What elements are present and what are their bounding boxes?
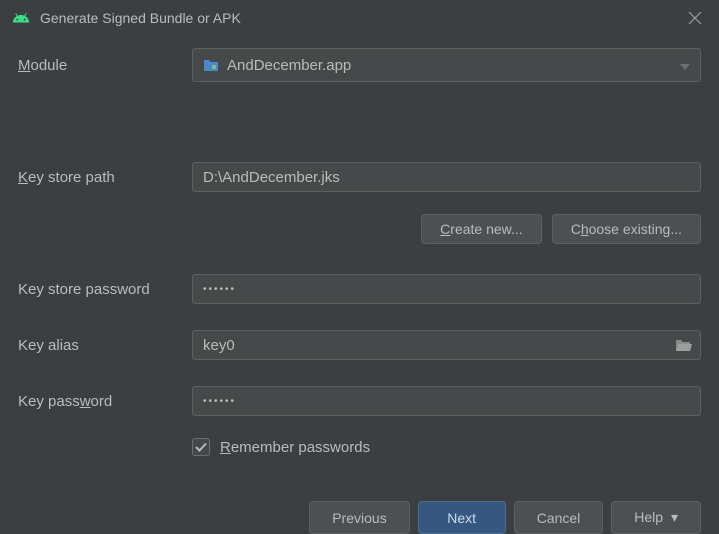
- keystore-path-input[interactable]: [192, 162, 701, 192]
- create-new-button[interactable]: Create new...: [421, 214, 542, 244]
- chevron-down-icon: ▾: [671, 509, 678, 525]
- next-button[interactable]: Next: [418, 501, 506, 534]
- choose-existing-button[interactable]: Choose existing...: [552, 214, 701, 244]
- remember-passwords-label: Remember passwords: [220, 439, 370, 456]
- folder-open-icon[interactable]: [675, 338, 693, 352]
- dialog-content: Module AndDecember.app: [0, 36, 719, 456]
- titlebar: Generate Signed Bundle or APK: [0, 0, 719, 36]
- keystore-password-label: Key store password: [18, 281, 192, 298]
- android-icon: [12, 9, 30, 27]
- keystore-path-label: Key store path: [18, 169, 192, 186]
- remember-passwords-checkbox[interactable]: [192, 438, 210, 456]
- dialog-footer: Previous Next Cancel Help ▾: [0, 493, 719, 526]
- close-icon[interactable]: [683, 6, 707, 30]
- module-value: AndDecember.app: [227, 57, 351, 74]
- key-password-label: Key password: [18, 393, 192, 410]
- chevron-down-icon: [680, 57, 690, 74]
- help-button[interactable]: Help ▾: [611, 501, 701, 534]
- module-label: Module: [18, 57, 192, 74]
- key-password-input[interactable]: [192, 386, 701, 416]
- key-alias-label: Key alias: [18, 337, 192, 354]
- dialog-title: Generate Signed Bundle or APK: [40, 10, 683, 26]
- module-dropdown[interactable]: AndDecember.app: [192, 48, 701, 82]
- keystore-password-input[interactable]: [192, 274, 701, 304]
- previous-button[interactable]: Previous: [309, 501, 409, 534]
- cancel-button[interactable]: Cancel: [514, 501, 604, 534]
- module-folder-icon: [203, 58, 219, 72]
- key-alias-input[interactable]: [192, 330, 701, 360]
